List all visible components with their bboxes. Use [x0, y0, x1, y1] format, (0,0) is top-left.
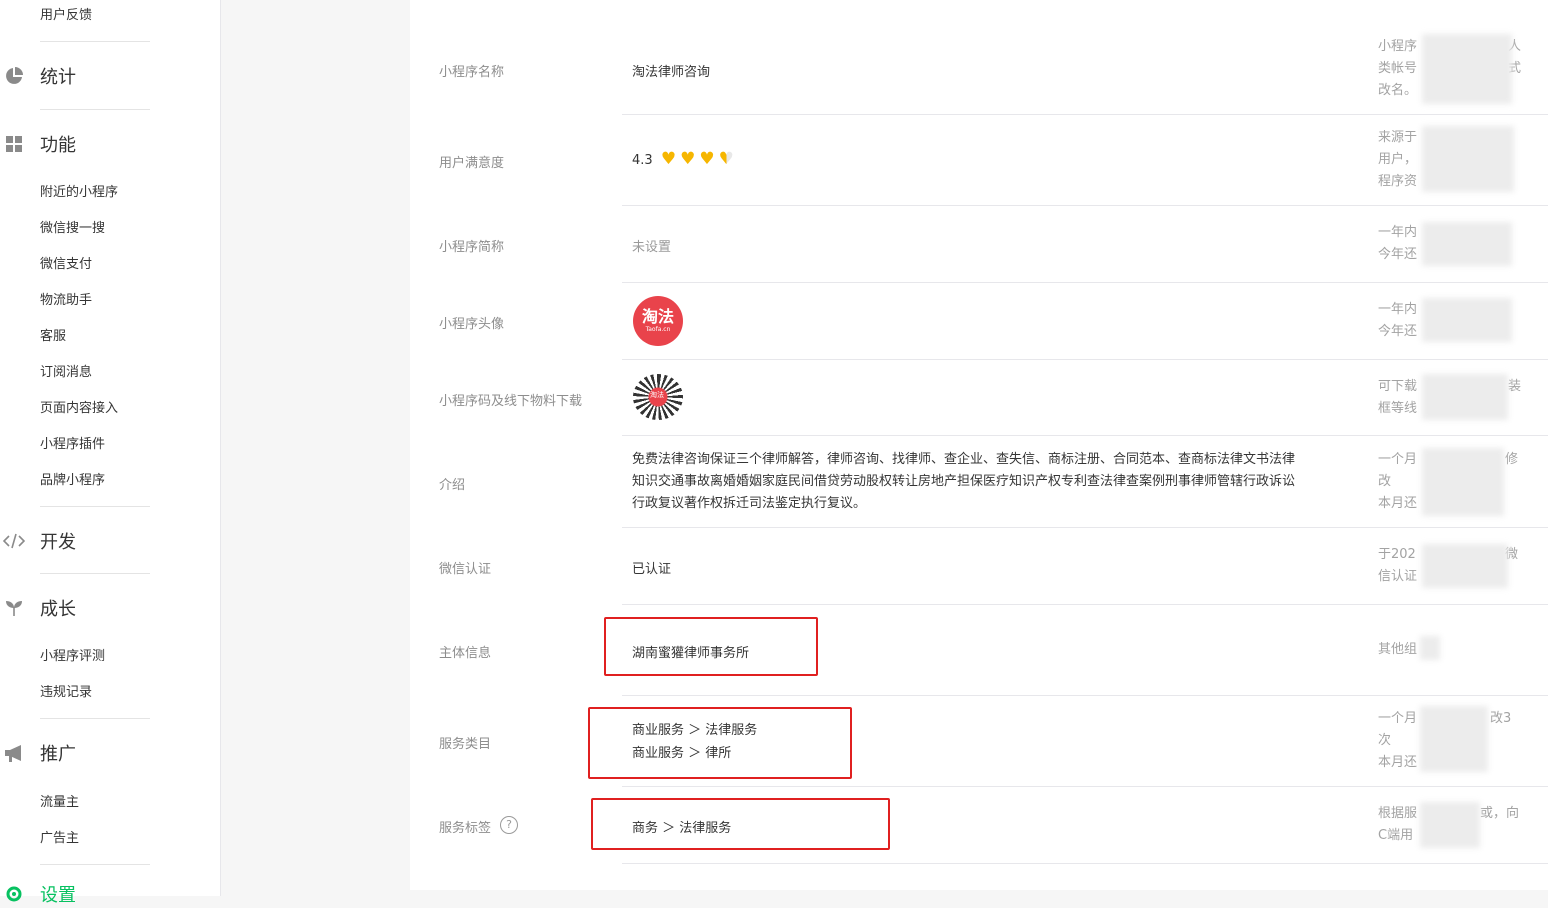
redaction-blur — [1422, 448, 1504, 516]
redaction-blur — [1420, 636, 1440, 660]
highlight-box-category — [588, 707, 852, 779]
sidebar-item-page-content[interactable]: 页面内容接入 — [40, 400, 118, 418]
redaction-blur — [1422, 126, 1514, 192]
sidebar-item-wechat-pay[interactable]: 微信支付 — [40, 256, 92, 274]
field-value-intro: 免费法律咨询保证三个律师解答，律师咨询、找律师、查企业、查失信、商标注册、合同范… — [632, 452, 1296, 511]
sidebar-divider — [40, 864, 150, 865]
field-label-qr: 小程序码及线下物料下载 — [439, 394, 583, 409]
sidebar-divider — [40, 506, 150, 507]
sidebar-section-settings[interactable]: 设置 — [0, 880, 76, 908]
row-divider — [622, 786, 1548, 787]
field-label-rating: 用户满意度 — [439, 156, 505, 171]
field-label-subject: 主体信息 — [439, 646, 492, 661]
field-note-tail: 改3 — [1490, 711, 1512, 726]
half-heart-icon: ♥ — [718, 149, 734, 169]
grid-icon — [3, 133, 25, 155]
sidebar-section-dev[interactable]: 开发 — [0, 527, 76, 555]
rating-value: 4.3 — [632, 153, 653, 168]
sidebar-section-label: 功能 — [40, 135, 76, 156]
sidebar-item-subscribe-msg[interactable]: 订阅消息 — [40, 364, 92, 382]
sprout-icon — [3, 597, 25, 619]
sidebar-divider — [40, 41, 150, 42]
miniprogram-qr-code[interactable]: 淘法 — [633, 374, 683, 420]
sidebar-item-nearby[interactable]: 附近的小程序 — [40, 184, 118, 202]
sidebar-item-brand[interactable]: 品牌小程序 — [40, 472, 105, 490]
sidebar-item-wechat-search[interactable]: 微信搜一搜 — [40, 220, 105, 238]
row-divider — [622, 282, 1548, 283]
field-note-subject: 其他组 — [1378, 642, 1418, 657]
sidebar: 用户反馈 统计 功能 附近的小程序 微信搜一搜 微信支付 物流助手 客服 订阅消… — [0, 0, 221, 906]
row-divider — [622, 205, 1548, 206]
redaction-blur — [1422, 374, 1508, 420]
field-label-tags: 服务标签 — [439, 821, 492, 836]
highlight-box-subject — [604, 617, 818, 676]
code-icon — [3, 530, 25, 552]
heart-icon: ♥ — [660, 149, 677, 169]
row-divider — [622, 695, 1548, 696]
row-divider — [622, 435, 1548, 436]
redaction-blur — [1420, 706, 1488, 772]
megaphone-icon — [3, 742, 25, 764]
field-label-category: 服务类目 — [439, 737, 492, 752]
row-divider — [622, 604, 1548, 605]
redaction-blur — [1420, 802, 1480, 848]
row-divider — [622, 863, 1548, 864]
sidebar-section-growth[interactable]: 成长 — [0, 594, 76, 622]
sidebar-section-label: 统计 — [40, 67, 76, 88]
sidebar-section-promo[interactable]: 推广 — [0, 739, 76, 767]
gear-icon — [3, 883, 25, 905]
sidebar-section-features[interactable]: 功能 — [0, 130, 76, 158]
field-label-wechat-cert: 微信认证 — [439, 562, 492, 577]
sidebar-item-advertiser[interactable]: 广告主 — [40, 830, 79, 848]
sidebar-item-plugins[interactable]: 小程序插件 — [40, 436, 105, 454]
heart-icon: ♥ — [680, 149, 696, 169]
sidebar-item-logistics[interactable]: 物流助手 — [40, 292, 92, 310]
sidebar-item-violations[interactable]: 违规记录 — [40, 684, 92, 702]
field-label-avatar: 小程序头像 — [439, 317, 505, 332]
field-note-tail: 或，向 — [1480, 806, 1520, 821]
sidebar-section-label: 开发 — [40, 532, 76, 553]
row-divider — [622, 359, 1548, 360]
field-value-wechat-cert: 已认证 — [632, 562, 672, 577]
sidebar-section-stats[interactable]: 统计 — [0, 62, 76, 90]
sidebar-item-feedback[interactable]: 用户反馈 — [40, 7, 92, 25]
miniprogram-avatar[interactable]: 淘法 Taofa.cn — [633, 296, 683, 346]
heart-icon: ♥ — [699, 149, 715, 169]
help-icon[interactable]: ? — [500, 816, 518, 834]
field-note-tail: 修 — [1505, 452, 1519, 467]
rating-display: 4.3 ♥ ♥ ♥ ♥ — [632, 149, 734, 169]
highlight-box-tags — [591, 798, 890, 850]
sidebar-divider — [40, 573, 150, 574]
pie-chart-icon — [3, 65, 25, 87]
sidebar-divider — [40, 109, 150, 110]
redaction-blur — [1422, 222, 1512, 266]
field-value-name: 淘法律师咨询 — [632, 65, 711, 80]
field-note-tail: 装 — [1508, 379, 1522, 394]
sidebar-item-traffic-owner[interactable]: 流量主 — [40, 794, 79, 812]
field-label-intro: 介绍 — [439, 478, 466, 493]
sidebar-item-customer-service[interactable]: 客服 — [40, 328, 66, 346]
redaction-blur — [1422, 544, 1508, 588]
field-value-short: 未设置 — [632, 240, 672, 255]
field-label-name: 小程序名称 — [439, 65, 505, 80]
row-divider — [622, 114, 1548, 115]
redaction-blur — [1422, 298, 1512, 342]
redaction-blur — [1422, 34, 1512, 104]
sidebar-divider — [40, 718, 150, 719]
row-divider — [622, 527, 1548, 528]
field-label-short: 小程序简称 — [439, 240, 505, 255]
sidebar-section-label: 设置 — [40, 885, 76, 906]
sidebar-section-label: 推广 — [40, 744, 76, 765]
sidebar-section-label: 成长 — [40, 599, 76, 620]
sidebar-item-evaluation[interactable]: 小程序评测 — [40, 648, 105, 666]
